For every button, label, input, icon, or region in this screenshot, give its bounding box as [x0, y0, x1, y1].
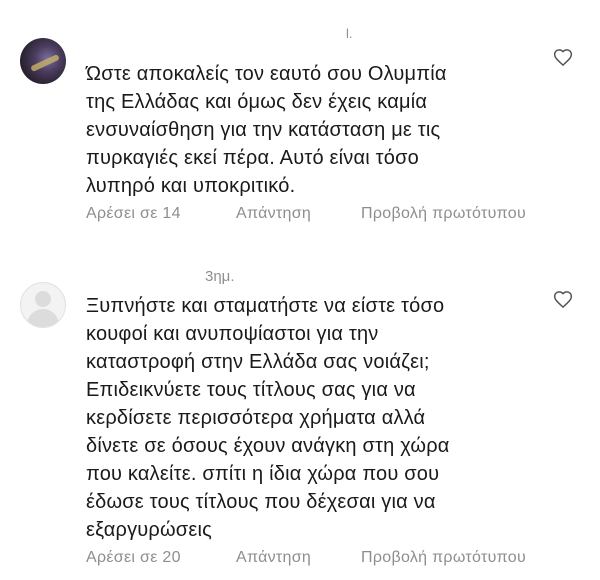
- avatar[interactable]: [20, 282, 66, 328]
- likes-count-link[interactable]: Αρέσει σε 20: [86, 549, 236, 567]
- comment-marker: l.: [346, 26, 353, 41]
- heart-outline-icon[interactable]: [553, 290, 573, 310]
- avatar-shoulders-shape: [27, 309, 59, 327]
- comment-text: Ώστε αποκαλείς τον εαυτό σου Ολυμπία της…: [86, 63, 447, 197]
- comment-actions: Αρέσει σε 20 Απάντηση Προβολή πρωτότυπου: [86, 549, 526, 567]
- see-original-link[interactable]: Προβολή πρωτότυπου: [361, 205, 526, 223]
- comment-actions: Αρέσει σε 14 Απάντηση Προβολή πρωτότυπου: [86, 205, 526, 223]
- comment-timestamp: 3ημ.: [205, 268, 235, 285]
- see-original-link[interactable]: Προβολή πρωτότυπου: [361, 549, 526, 567]
- comment-text: Ξυπνήστε και σταματήστε να είστε τόσο κο…: [86, 295, 450, 541]
- avatar[interactable]: [20, 38, 66, 84]
- likes-count-link[interactable]: Αρέσει σε 14: [86, 205, 236, 223]
- reply-button[interactable]: Απάντηση: [236, 549, 361, 567]
- avatar-head-shape: [35, 291, 51, 307]
- reply-button[interactable]: Απάντηση: [236, 205, 361, 223]
- heart-outline-icon[interactable]: [553, 48, 573, 68]
